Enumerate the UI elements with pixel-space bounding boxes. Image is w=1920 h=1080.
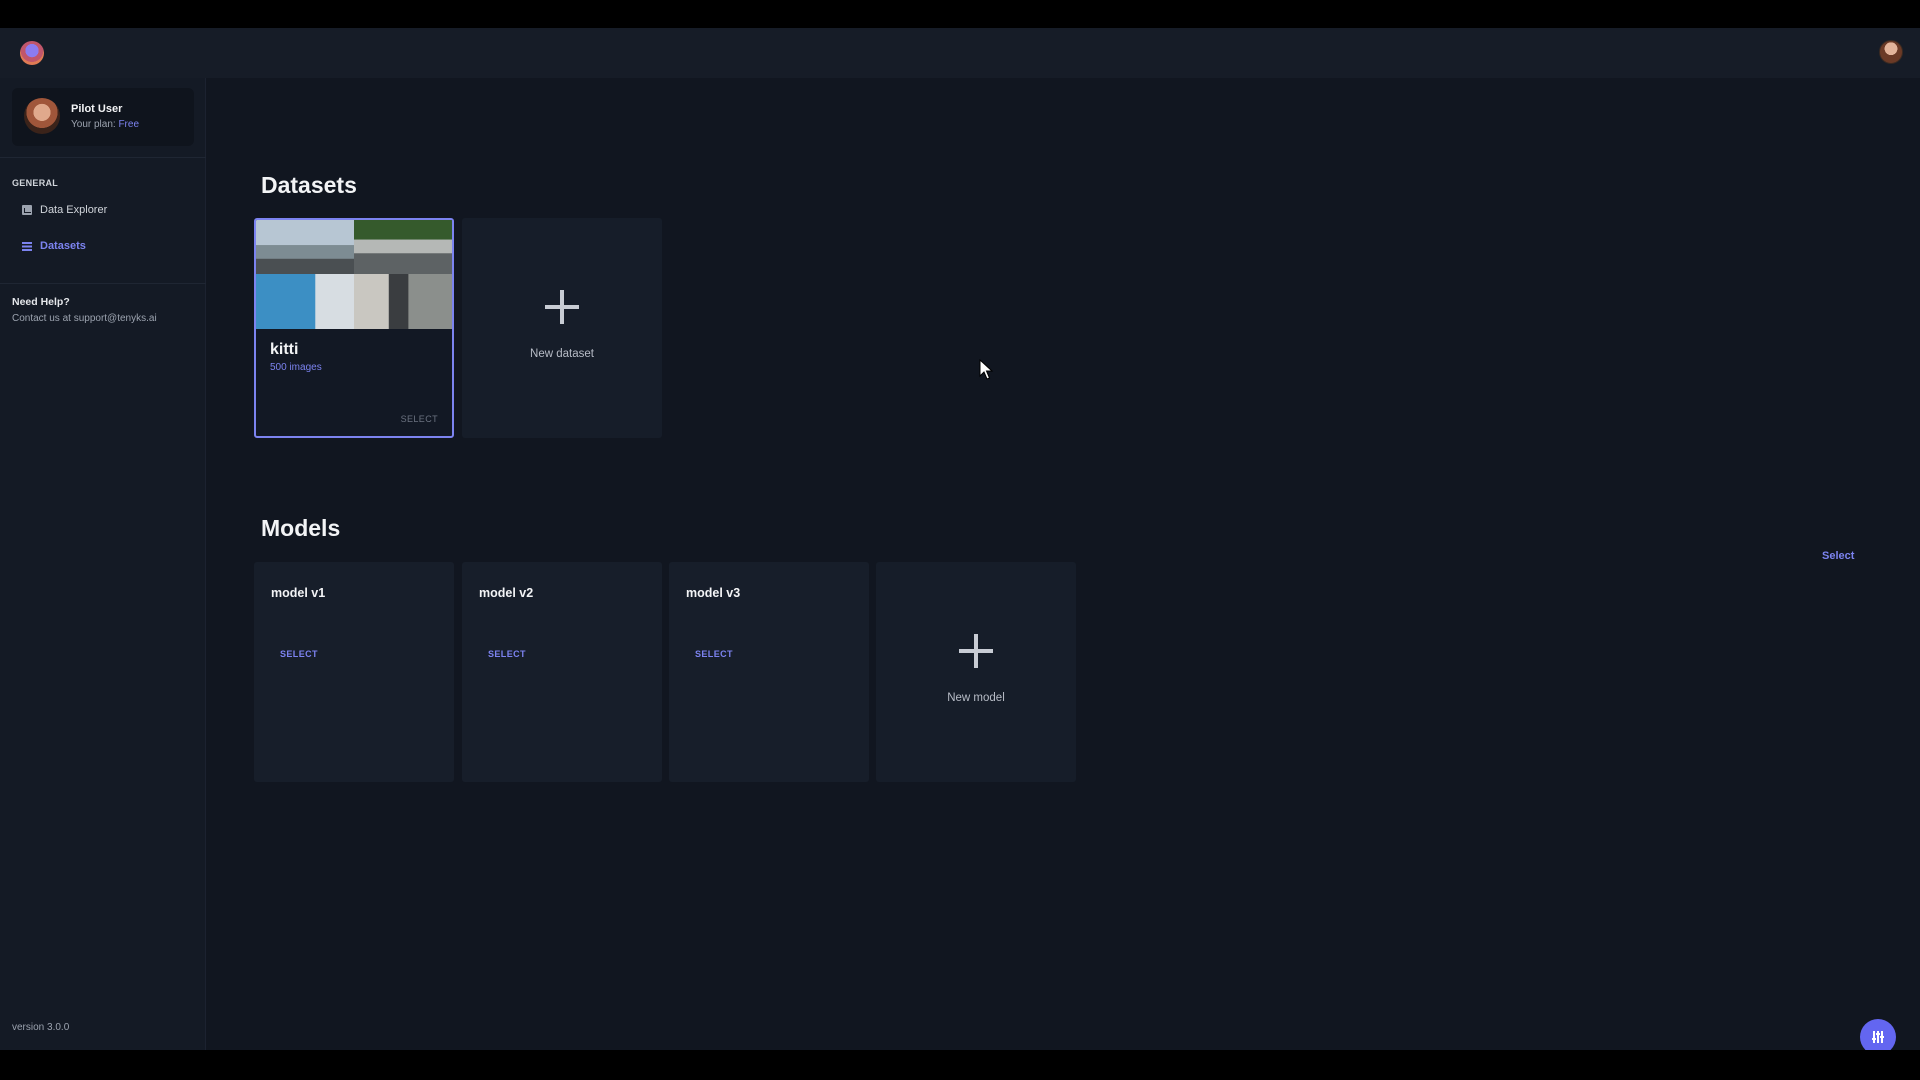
user-plan-label: Your plan: xyxy=(71,119,116,130)
user-name: Pilot User xyxy=(71,103,123,115)
top-bar xyxy=(0,28,1920,78)
new-dataset-card[interactable]: New dataset xyxy=(462,218,662,438)
model-name: model v3 xyxy=(686,586,741,600)
plus-icon xyxy=(545,290,579,324)
logo-icon[interactable] xyxy=(20,41,44,65)
sidebar-item-datasets[interactable]: Datasets xyxy=(22,236,86,256)
user-card[interactable]: Pilot User Your plan: Free xyxy=(12,88,194,146)
model-select-button[interactable]: SELECT xyxy=(280,649,318,659)
model-select-button[interactable]: SELECT xyxy=(695,649,733,659)
sidebar-item-label: Data Explorer xyxy=(40,204,108,216)
new-dataset-label: New dataset xyxy=(530,348,594,360)
app-window: Pilot User Your plan: Free GENERAL Data … xyxy=(0,28,1920,1055)
sidebar-item-data-explorer[interactable]: Data Explorer xyxy=(22,200,107,220)
models-title: Models xyxy=(261,515,341,541)
section-label-general: GENERAL xyxy=(12,178,59,188)
sidebar-item-label: Datasets xyxy=(40,240,86,252)
chart-icon xyxy=(22,205,32,215)
new-model-card[interactable]: New model xyxy=(876,562,1076,782)
dataset-thumbnails xyxy=(256,220,452,329)
user-plan-value: Free xyxy=(118,119,140,130)
dataset-select-button[interactable]: SELECT xyxy=(401,414,438,424)
thumbnail-image xyxy=(354,220,452,275)
new-model-label: New model xyxy=(947,692,1005,704)
sidebar-divider xyxy=(0,283,206,284)
dataset-card-kitti[interactable]: kitti 500 images SELECT xyxy=(254,218,454,438)
user-plan: Your plan: Free xyxy=(71,119,139,130)
dataset-name: kitti xyxy=(270,341,299,358)
models-select-link[interactable]: Select xyxy=(1822,550,1854,562)
model-card[interactable]: model v1 SELECT xyxy=(254,562,454,782)
mouse-cursor-icon xyxy=(979,359,994,380)
sidebar-divider xyxy=(0,157,206,158)
version-label: version 3.0.0 xyxy=(12,1022,70,1033)
datasets-title: Datasets xyxy=(261,172,357,198)
top-letterbox xyxy=(0,0,1920,28)
user-avatar xyxy=(24,98,60,134)
help-text[interactable]: Contact us at support@tenyks.ai xyxy=(12,313,157,324)
thumbnail-image xyxy=(354,274,452,329)
model-name: model v2 xyxy=(479,586,534,600)
list-icon xyxy=(22,241,32,251)
thumbnail-image xyxy=(256,220,354,275)
bottom-letterbox xyxy=(0,1050,1920,1080)
plus-icon xyxy=(959,634,993,668)
model-card[interactable]: model v2 SELECT xyxy=(462,562,662,782)
model-name: model v1 xyxy=(271,586,326,600)
help-title: Need Help? xyxy=(12,296,70,308)
sidebar: Pilot User Your plan: Free GENERAL Data … xyxy=(0,78,206,1050)
model-select-button[interactable]: SELECT xyxy=(488,649,526,659)
model-card[interactable]: model v3 SELECT xyxy=(669,562,869,782)
avatar[interactable] xyxy=(1879,40,1903,64)
thumbnail-image xyxy=(256,274,354,329)
sliders-icon xyxy=(1872,1031,1884,1043)
dataset-image-count: 500 images xyxy=(270,362,322,373)
